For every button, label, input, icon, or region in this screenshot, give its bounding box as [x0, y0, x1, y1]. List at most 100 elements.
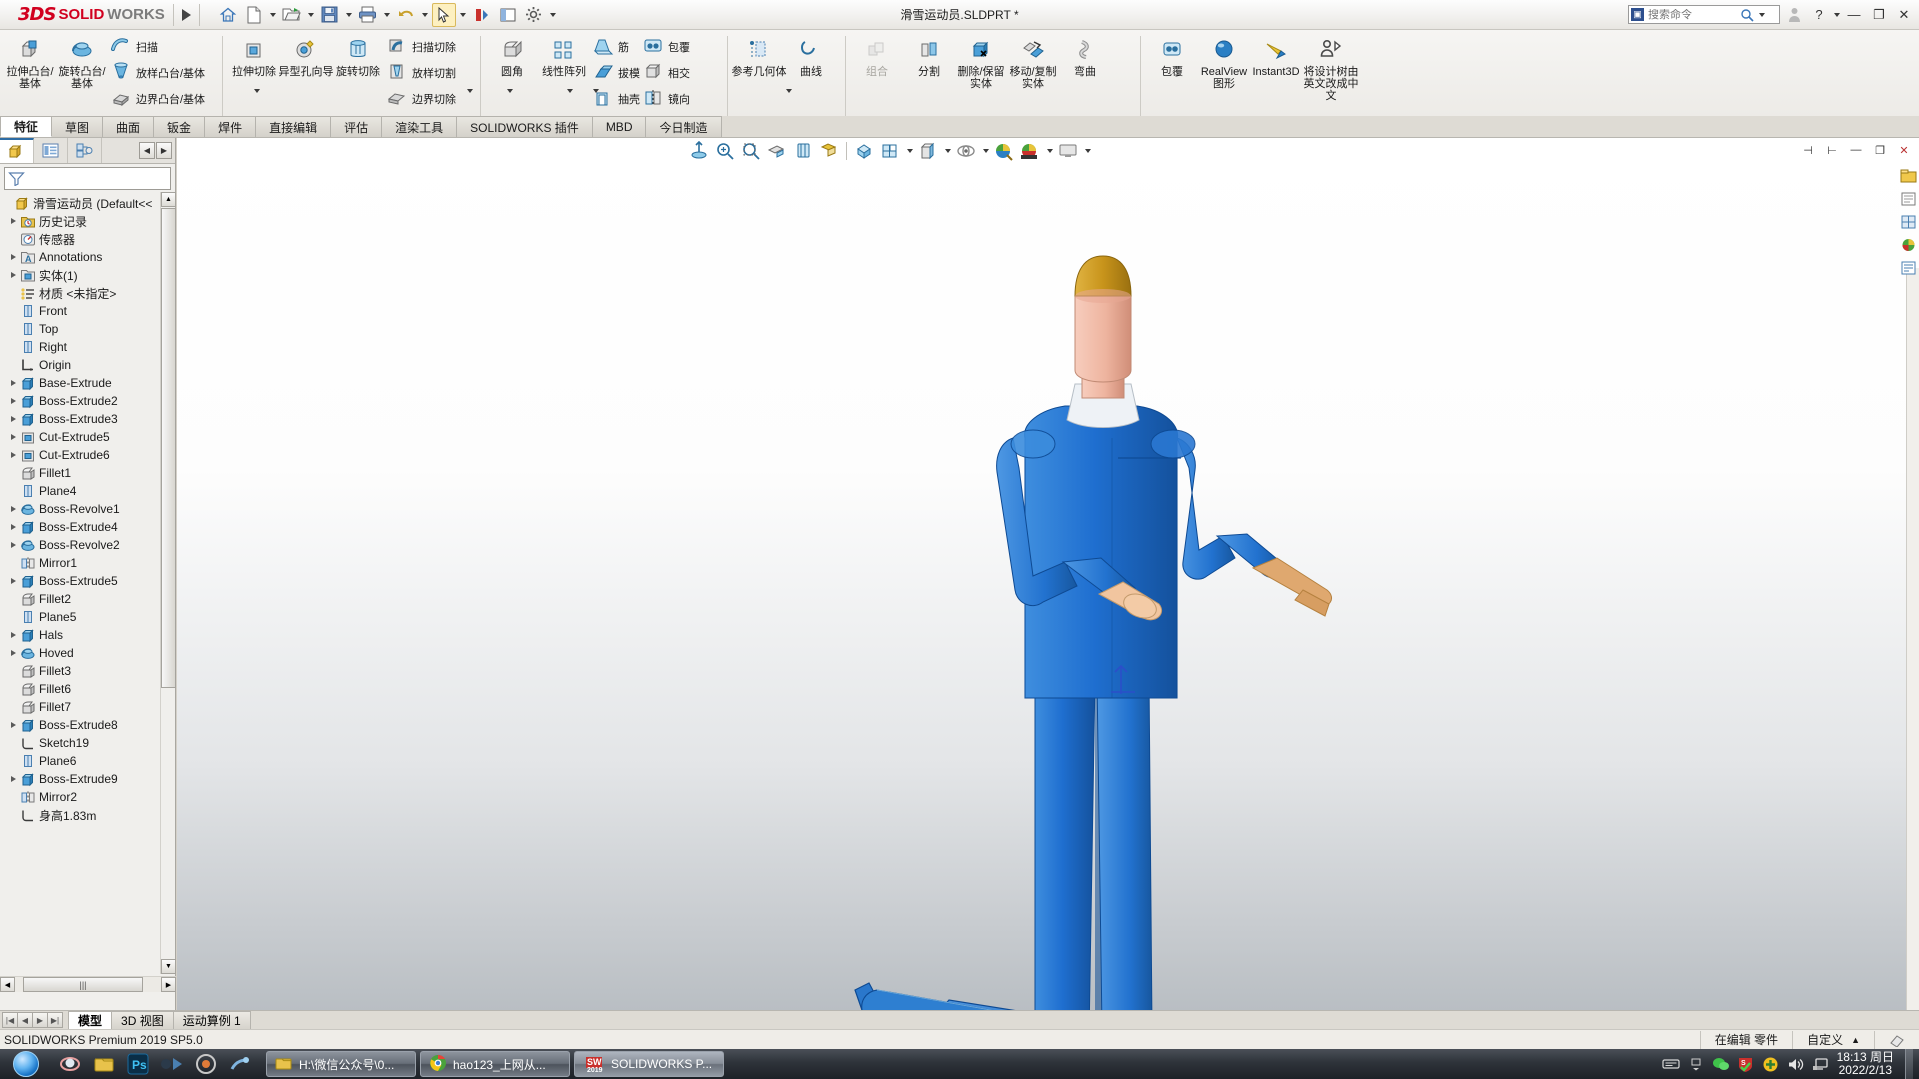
tree-expand-arrow-icon[interactable] [8, 500, 19, 518]
start-button[interactable] [0, 1049, 52, 1079]
view-settings-caret[interactable] [980, 146, 990, 156]
viewport-caret[interactable] [1082, 146, 1092, 156]
tree-expand-arrow-icon[interactable] [8, 374, 19, 392]
configuration-manager-tab[interactable] [68, 138, 102, 163]
previous-view-button[interactable] [739, 139, 763, 163]
undo-button[interactable] [394, 3, 418, 27]
apply-scene-caret[interactable] [1044, 146, 1054, 156]
tab-mbd[interactable]: MBD [591, 116, 647, 137]
tree-node[interactable]: Fillet1 [0, 464, 160, 482]
doc-prev-button[interactable]: ⊣ [1797, 140, 1819, 160]
doc-tab-3dviews[interactable]: 3D 视图 [111, 1011, 174, 1029]
status-tool-icon[interactable] [1874, 1030, 1919, 1049]
tree-node[interactable]: Mirror2 [0, 788, 160, 806]
undo-dropdown[interactable] [420, 10, 430, 20]
tab-sheetmetal[interactable]: 钣金 [153, 116, 206, 137]
tree-expand-arrow-icon[interactable] [8, 716, 19, 734]
tree-expand-arrow-icon[interactable] [8, 392, 19, 410]
generic-app-icon[interactable] [158, 1051, 186, 1077]
reference-dropdown[interactable] [783, 86, 793, 96]
tree-node[interactable]: Boss-Revolve1 [0, 500, 160, 518]
tree-node[interactable]: Origin [0, 356, 160, 374]
taskbar-item-solidworks[interactable]: SW 2019 SOLIDWORKS P... [574, 1051, 724, 1077]
fillet-button[interactable]: 圆角 [486, 32, 538, 78]
draft-button[interactable]: 拔模 [590, 60, 640, 86]
view-palette-icon[interactable] [1898, 212, 1918, 232]
tree-expand-arrow-icon[interactable] [8, 770, 19, 788]
tree-node[interactable]: Boss-Extrude9 [0, 770, 160, 788]
graphics-vertical-scrollbar[interactable] [1906, 268, 1919, 1010]
tree-expand-arrow-icon[interactable] [8, 410, 19, 428]
zoom-to-area-button[interactable] [713, 139, 737, 163]
design-library-icon[interactable] [1898, 166, 1918, 186]
print-dropdown[interactable] [382, 10, 392, 20]
tree-expand-arrow-icon[interactable] [8, 572, 19, 590]
edit-appearance-button[interactable] [992, 139, 1016, 163]
tree-node[interactable]: Hals [0, 626, 160, 644]
internet-explorer-icon[interactable] [56, 1051, 84, 1077]
volume-icon[interactable] [1787, 1055, 1805, 1073]
security-icon[interactable]: S [1737, 1055, 1755, 1073]
menu-expand-arrow-icon[interactable] [181, 8, 191, 21]
tree-expand-arrow-icon[interactable] [8, 248, 19, 266]
help-button[interactable]: ? [1808, 4, 1830, 26]
options-dropdown[interactable] [548, 10, 558, 20]
tab-evaluate[interactable]: 评估 [330, 116, 383, 137]
tree-node[interactable]: Fillet7 [0, 698, 160, 716]
tab-surfaces[interactable]: 曲面 [102, 116, 155, 137]
tab-weldments[interactable]: 焊件 [204, 116, 257, 137]
linear-pattern-button[interactable]: 线性阵列 [538, 32, 590, 78]
tab-solidworks-addins[interactable]: SOLIDWORKS 插件 [456, 116, 593, 137]
doc-tab-model[interactable]: 模型 [68, 1011, 113, 1029]
prev-tab-button[interactable]: ◀ [17, 1012, 33, 1028]
tree-node[interactable]: Right [0, 338, 160, 356]
hide-show-button[interactable] [852, 139, 876, 163]
modify-dropdown-1[interactable] [564, 86, 574, 96]
feature-tree-vertical-scrollbar[interactable]: ▲ ▼ [160, 192, 176, 974]
instant3d-button[interactable]: Instant3D [1250, 32, 1302, 78]
tab-features[interactable]: 特征 [0, 116, 53, 137]
tree-node[interactable]: Cut-Extrude5 [0, 428, 160, 446]
tree-node[interactable]: Boss-Extrude2 [0, 392, 160, 410]
tree-node[interactable]: 材质 <未指定> [0, 284, 160, 302]
status-custom-caret-icon[interactable]: ▲ [1851, 1035, 1860, 1045]
new-document-dropdown[interactable] [268, 10, 278, 20]
tray-expand-icon[interactable] [1687, 1055, 1705, 1073]
hole-wizard-button[interactable]: 异型孔向导 [279, 32, 334, 78]
account-icon[interactable] [1783, 4, 1805, 26]
tree-node[interactable]: Hoved [0, 644, 160, 662]
select-tool-button[interactable] [431, 2, 456, 27]
tree-hscroll-left-button[interactable]: ◀ [0, 977, 15, 992]
options-button[interactable] [522, 3, 546, 27]
tree-expand-arrow-icon[interactable] [8, 212, 19, 230]
tree-node[interactable]: Plane5 [0, 608, 160, 626]
cut-dropdown-1[interactable] [464, 86, 474, 96]
next-tab-button[interactable]: ▶ [32, 1012, 48, 1028]
search-input[interactable] [1648, 8, 1736, 21]
tree-node[interactable]: Plane6 [0, 752, 160, 770]
tree-scroll-thumb[interactable] [161, 208, 176, 688]
tree-hscroll-right-button[interactable]: ▶ [161, 977, 176, 992]
new-document-button[interactable] [242, 3, 266, 27]
loft-button[interactable]: 放样凸台/基体 [108, 60, 205, 86]
sweep-cut-button[interactable]: 扫描切除 [384, 34, 456, 60]
tree-node[interactable]: Sketch19 [0, 734, 160, 752]
taskbar-item-browser[interactable]: hao123_上网从... [420, 1051, 570, 1077]
close-button[interactable]: ✕ [1893, 4, 1915, 26]
view-orientation-button[interactable] [791, 139, 815, 163]
photoshop-icon[interactable]: Ps [124, 1051, 152, 1077]
rebuild-button[interactable] [470, 3, 494, 27]
wechat-icon[interactable] [1712, 1055, 1730, 1073]
combine-button[interactable]: 组合 [851, 32, 903, 78]
curves-button[interactable]: 曲线 [785, 32, 837, 78]
home-button[interactable] [216, 3, 240, 27]
boundary-cut-button[interactable]: 边界切除 [384, 86, 456, 112]
tab-render-tools[interactable]: 渲染工具 [381, 116, 458, 137]
open-document-button[interactable] [280, 3, 304, 27]
view-settings-button[interactable] [954, 139, 978, 163]
sweep-button[interactable]: 扫描 [108, 34, 205, 60]
tree-node[interactable]: Boss-Extrude5 [0, 572, 160, 590]
zoom-to-fit-button[interactable] [687, 139, 711, 163]
tree-node[interactable]: 传感器 [0, 230, 160, 248]
tree-node[interactable]: Top [0, 320, 160, 338]
